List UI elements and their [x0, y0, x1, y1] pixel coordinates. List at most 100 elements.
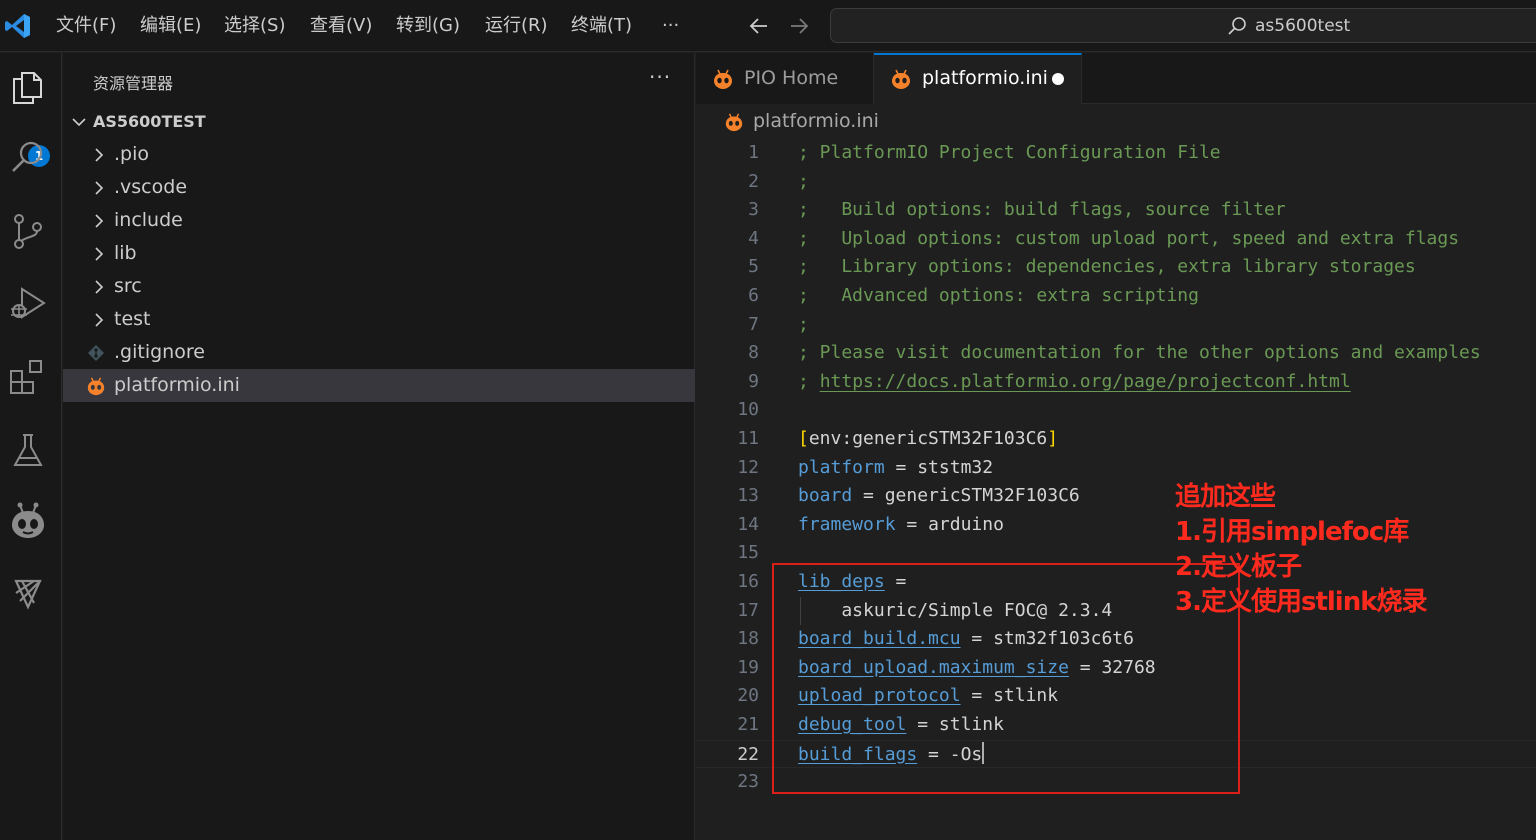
project-root-folder[interactable]: AS5600TEST: [63, 105, 695, 138]
tree-item-label: .vscode: [114, 176, 188, 198]
line-content: ; Upload options: custom upload port, sp…: [798, 225, 1459, 253]
code-line[interactable]: 3 ; Build options: build flags, source fi…: [696, 196, 1536, 225]
menu-item[interactable]: 查看(V): [310, 12, 372, 40]
code-line[interactable]: 7;: [696, 311, 1536, 340]
tree-folder[interactable]: src: [63, 270, 695, 303]
code-line[interactable]: 9; https://docs.platformio.org/page/proj…: [696, 368, 1536, 397]
line-number: 19: [737, 656, 759, 678]
git-file-icon: [88, 345, 104, 361]
equals-sign: =: [895, 513, 929, 535]
tree-item-label: include: [114, 209, 183, 231]
config-value: arduino: [928, 513, 1004, 535]
comment-text: ; Please visit documentation for the oth…: [798, 342, 1481, 364]
tree-item-label: .pio: [114, 143, 150, 165]
line-number: 8: [748, 342, 759, 364]
line-number: 3: [748, 199, 759, 221]
code-line[interactable]: 5 ; Library options: dependencies, extra …: [696, 253, 1536, 282]
menu-item[interactable]: 运行(R): [485, 12, 548, 40]
line-content: ; PlatformIO Project Configuration File: [798, 139, 1221, 167]
tree-folder[interactable]: test: [63, 303, 695, 336]
title-bar: 文件(F) 编辑(E) 选择(S) 查看(V) 转到(G) 运行(R) 终端(T) ··· a…: [0, 0, 1536, 52]
config-value: ststm32: [917, 456, 994, 478]
line-content: ; Please visit documentation for the oth…: [798, 339, 1481, 367]
line-number: 10: [737, 399, 759, 421]
comment-text: ; Advanced options: extra scripting: [798, 285, 1199, 306]
forward-arrow-icon[interactable]: [786, 13, 812, 39]
remote-icon[interactable]: [8, 573, 48, 613]
run-debug-icon[interactable]: [8, 283, 48, 323]
comment-text: ;: [798, 313, 809, 335]
line-number: 22: [737, 743, 759, 765]
command-center-search[interactable]: as5600test: [830, 8, 1536, 43]
search-icon[interactable]: [8, 137, 48, 177]
section-name: env:genericSTM32F103C6: [808, 428, 1048, 449]
back-arrow-icon[interactable]: [746, 13, 772, 39]
comment-text: ; Library options: dependencies, extra l…: [798, 256, 1416, 278]
line-content: ; https://docs.platformio.org/page/proje…: [798, 368, 1351, 396]
menu-item[interactable]: 转到(G): [396, 12, 460, 40]
tree-item-label: .gitignore: [114, 341, 205, 363]
search-text: as5600test: [1255, 16, 1351, 36]
breadcrumb-item[interactable]: platformio.ini: [753, 109, 879, 133]
breadcrumb: platformio.ini: [696, 105, 1536, 137]
explorer-icon[interactable]: [8, 67, 48, 107]
line-content: ; Advanced options: extra scripting: [798, 282, 1199, 310]
tab-pio-home[interactable]: PIO Home: [696, 53, 874, 104]
line-number: 14: [737, 513, 759, 535]
menu-item[interactable]: 编辑(E): [140, 12, 201, 40]
code-line[interactable]: 14 framework = arduino: [696, 511, 1536, 540]
config-key: board: [798, 485, 853, 507]
comment-link[interactable]: https://docs.platformio.org/page/project…: [820, 371, 1351, 392]
code-line[interactable]: 2;: [696, 168, 1536, 197]
annotation-line: 1.引用simplefoc库: [1175, 517, 1409, 547]
line-number: 17: [737, 599, 759, 621]
line-content: platform = ststm32: [798, 454, 993, 482]
line-content: ; Build options: build flags, source fil…: [798, 196, 1286, 224]
unsaved-dot-icon[interactable]: [1052, 73, 1064, 85]
line-content: framework = arduino: [798, 511, 1004, 539]
menu-item[interactable]: 文件(F): [56, 12, 116, 40]
code-line[interactable]: 6 ; Advanced options: extra scripting: [696, 282, 1536, 311]
section-bracket: ]: [1047, 428, 1059, 449]
tab-platformio-ini[interactable]: platformio.ini: [874, 53, 1082, 105]
tree-folder[interactable]: lib: [63, 237, 695, 270]
extensions-icon[interactable]: [8, 357, 48, 397]
config-key: framework: [798, 513, 896, 535]
sidebar-more-actions-icon[interactable]: ···: [649, 65, 671, 89]
platformio-icon: [714, 69, 732, 89]
comment-text: ; Build options: build flags, source fil…: [798, 199, 1286, 221]
platformio-icon: [87, 377, 105, 396]
tree-folder[interactable]: .pio: [63, 138, 695, 171]
chevron-right-icon: [95, 247, 104, 261]
menu-item[interactable]: 选择(S): [224, 12, 285, 40]
line-number: 20: [737, 685, 759, 707]
annotation-line: 3.定义使用stlink烧录: [1175, 587, 1427, 617]
equals-sign: =: [852, 485, 885, 507]
tree-folder[interactable]: .vscode: [63, 171, 695, 204]
code-line[interactable]: 10: [696, 396, 1536, 425]
code-line[interactable]: 4 ; Upload options: custom upload port, s…: [696, 225, 1536, 254]
annotation-line: 追加这些: [1175, 482, 1276, 512]
line-number: 6: [748, 285, 759, 306]
line-number: 1: [748, 142, 759, 163]
line-number: 23: [737, 771, 759, 793]
tree-file[interactable]: platformio.ini: [63, 369, 695, 402]
menu-more-icon[interactable]: ···: [662, 12, 679, 40]
code-line[interactable]: 8 ; Please visit documentation for the ot…: [696, 339, 1536, 368]
chevron-right-icon: [95, 280, 104, 294]
platformio-icon: [892, 69, 910, 89]
menu-item[interactable]: 终端(T): [571, 12, 632, 40]
code-line[interactable]: 1 ; PlatformIO Project Configuration File: [696, 139, 1536, 168]
code-line[interactable]: 13 board = genericSTM32F103C6: [696, 482, 1536, 511]
code-line[interactable]: 12 platform = ststm32: [696, 454, 1536, 483]
code-line[interactable]: 11 [env:genericSTM32F103C6]: [696, 425, 1536, 454]
vscode-logo-icon[interactable]: [4, 12, 32, 40]
platformio-icon[interactable]: [8, 501, 48, 541]
source-control-icon[interactable]: [8, 211, 48, 251]
line-content: [env:genericSTM32F103C6]: [798, 425, 1058, 453]
platformio-icon: [725, 113, 743, 132]
tree-file[interactable]: .gitignore: [63, 336, 695, 369]
testing-icon[interactable]: [8, 430, 48, 470]
tree-folder[interactable]: include: [63, 204, 695, 237]
activity-bar: 1: [0, 53, 62, 840]
